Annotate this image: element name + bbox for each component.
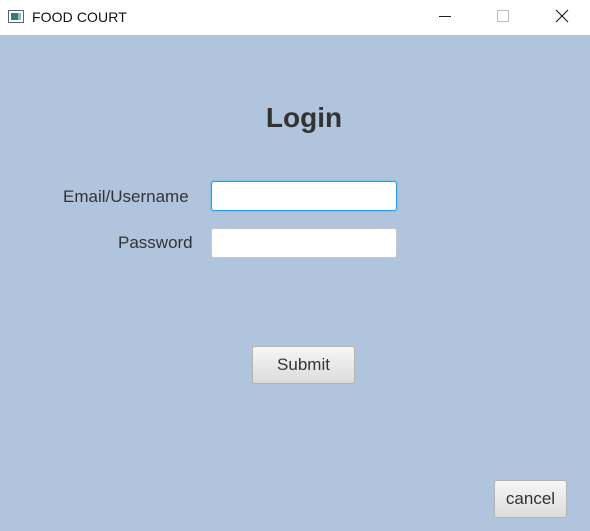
password-label: Password [118, 233, 193, 252]
submit-button[interactable]: Submit [252, 346, 355, 384]
close-icon [555, 9, 569, 23]
maximize-icon [497, 10, 509, 22]
minimize-button[interactable] [416, 0, 474, 32]
login-heading: Login [265, 102, 343, 133]
email-label: Email/Username [63, 187, 189, 206]
app-window-icon [8, 10, 24, 23]
login-panel: Login Email/Username Password Submit can… [0, 35, 590, 531]
window-title: FOOD COURT [32, 9, 127, 25]
minimize-icon [439, 16, 451, 17]
title-bar[interactable]: FOOD COURT [0, 0, 590, 35]
cancel-button[interactable]: cancel [494, 480, 567, 518]
password-input[interactable] [211, 228, 397, 258]
close-button[interactable] [532, 0, 590, 32]
maximize-button[interactable] [474, 0, 532, 32]
email-username-input[interactable] [211, 181, 397, 211]
